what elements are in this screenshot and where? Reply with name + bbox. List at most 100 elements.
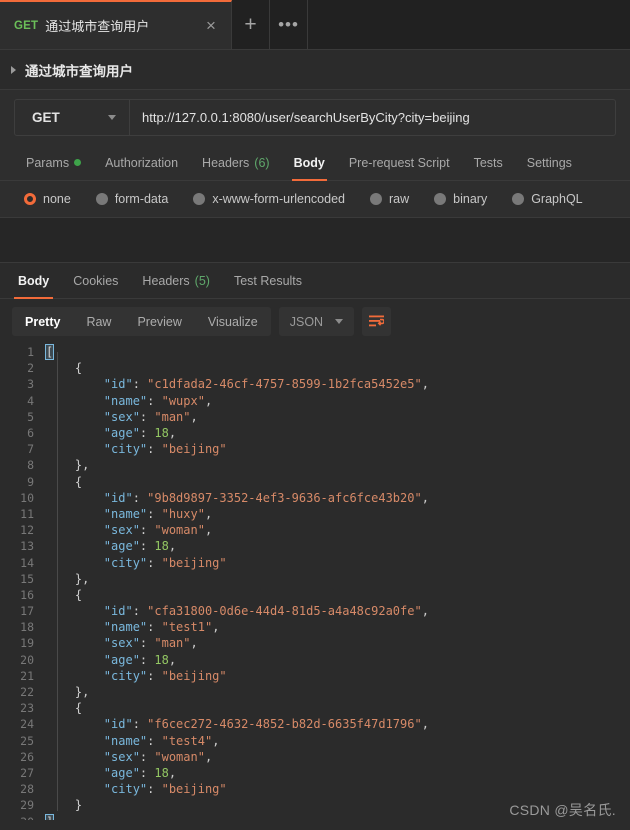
new-tab-button[interactable]: + [232,0,270,49]
radio-icon-raw [370,193,382,205]
params-modified-dot [74,159,81,166]
tab-headers-label: Headers [202,156,249,170]
line-number: 19 [0,636,46,650]
breadcrumb: 通过城市查询用户 [0,50,630,90]
line-content: "id": "9b8d9897-3352-4ef3-9636-afc6fce43… [46,491,429,505]
response-tab-body-label: Body [18,274,49,288]
body-type-binary[interactable]: binary [426,192,495,206]
tab-bar-empty-space [308,0,630,49]
line-content: "sex": "man", [46,636,198,650]
line-number: 28 [0,782,46,796]
tab-authorization-label: Authorization [105,156,178,170]
chevron-down-icon [108,115,116,120]
code-line: 9 { [0,474,630,490]
tab-headers[interactable]: Headers (6) [190,145,282,180]
response-tab-cookies[interactable]: Cookies [61,263,130,298]
tab-pre-request-script-label: Pre-request Script [349,156,450,170]
request-tab-name: 通过城市查询用户 [45,16,194,35]
tab-params[interactable]: Params [14,145,93,180]
url-bar: GET [14,99,616,136]
view-mode-visualize[interactable]: Visualize [195,307,271,336]
body-type-raw[interactable]: raw [362,192,417,206]
code-line: 27 "age": 18, [0,765,630,781]
view-mode-pretty[interactable]: Pretty [12,307,73,336]
code-line: 20 "age": 18, [0,652,630,668]
response-tab-test-results-label: Test Results [234,274,302,288]
tab-body-label: Body [294,156,325,170]
line-number: 20 [0,653,46,667]
line-number: 5 [0,410,46,424]
request-tabs: Params Authorization Headers (6) Body Pr… [0,145,630,181]
body-type-form-data-label: form-data [115,192,169,206]
response-tab-body[interactable]: Body [6,263,61,298]
view-mode-preview-label: Preview [137,315,181,329]
response-view-toolbar: Pretty Raw Preview Visualize JSON [0,299,630,344]
line-content: "id": "cfa31800-0d6e-44d4-81d5-a4a48c92a… [46,604,429,618]
code-line: 16 { [0,587,630,603]
plus-icon: + [244,13,256,37]
body-type-none-label: none [43,192,71,206]
url-input[interactable] [130,100,615,135]
code-line: 6 "age": 18, [0,425,630,441]
radio-icon-binary [434,193,446,205]
line-number: 9 [0,475,46,489]
tab-settings-label: Settings [527,156,572,170]
response-tab-cookies-label: Cookies [73,274,118,288]
body-type-binary-label: binary [453,192,487,206]
wrap-text-button[interactable] [362,307,391,336]
line-content: "sex": "woman", [46,750,212,764]
method-select[interactable]: GET [15,100,130,135]
line-content: }, [46,685,89,699]
line-content: "name": "wupx", [46,394,212,408]
view-mode-pretty-label: Pretty [25,315,60,329]
line-content: "city": "beijing" [46,556,227,570]
response-format-value: JSON [290,315,323,329]
radio-icon-graphql [512,193,524,205]
body-type-graphql[interactable]: GraphQL [504,192,590,206]
code-line: 8 }, [0,457,630,473]
wrap-text-icon [369,315,384,328]
line-number: 3 [0,377,46,391]
radio-icon-none [24,193,36,205]
response-tab-headers-label: Headers [142,274,189,288]
line-number: 13 [0,539,46,553]
response-body-code-viewer[interactable]: 1[2 {3 "id": "c1dfada2-46cf-4757-8599-1b… [0,344,630,820]
tab-options-button[interactable]: ••• [270,0,308,49]
line-content: "age": 18, [46,539,176,553]
code-line: 5 "sex": "man", [0,409,630,425]
tab-settings[interactable]: Settings [515,145,584,180]
line-content: "sex": "woman", [46,523,212,537]
request-tab-active[interactable]: GET 通过城市查询用户 × [0,0,232,49]
request-tab-method: GET [14,20,38,32]
line-content: "city": "beijing" [46,442,227,456]
tab-authorization[interactable]: Authorization [93,145,190,180]
code-line: 26 "sex": "woman", [0,749,630,765]
line-content: "city": "beijing" [46,669,227,683]
code-line: 2 { [0,360,630,376]
line-content: "id": "f6cec272-4632-4852-b82d-6635f47d1… [46,717,429,731]
code-lines: 1[2 {3 "id": "c1dfada2-46cf-4757-8599-1b… [0,344,630,820]
view-mode-raw[interactable]: Raw [73,307,124,336]
line-number: 8 [0,458,46,472]
tab-body[interactable]: Body [282,145,337,180]
body-type-form-data[interactable]: form-data [88,192,177,206]
view-mode-raw-label: Raw [86,315,111,329]
close-icon[interactable]: × [201,17,221,34]
code-line: 3 "id": "c1dfada2-46cf-4757-8599-1b2fca5… [0,376,630,392]
radio-icon-form-data [96,193,108,205]
view-mode-preview[interactable]: Preview [124,307,194,336]
tab-bar: GET 通过城市查询用户 × + ••• [0,0,630,50]
response-tab-test-results[interactable]: Test Results [222,263,314,298]
line-content: }, [46,458,89,472]
chevron-right-icon[interactable] [11,66,16,74]
tab-tests-label: Tests [474,156,503,170]
body-type-none[interactable]: none [16,192,79,206]
line-number: 6 [0,426,46,440]
response-tab-headers[interactable]: Headers (5) [130,263,222,298]
body-type-urlencoded[interactable]: x-www-form-urlencoded [185,192,353,206]
ellipsis-icon: ••• [278,15,299,35]
body-type-urlencoded-label: x-www-form-urlencoded [212,192,345,206]
tab-tests[interactable]: Tests [462,145,515,180]
response-format-select[interactable]: JSON [279,307,354,336]
tab-pre-request-script[interactable]: Pre-request Script [337,145,462,180]
